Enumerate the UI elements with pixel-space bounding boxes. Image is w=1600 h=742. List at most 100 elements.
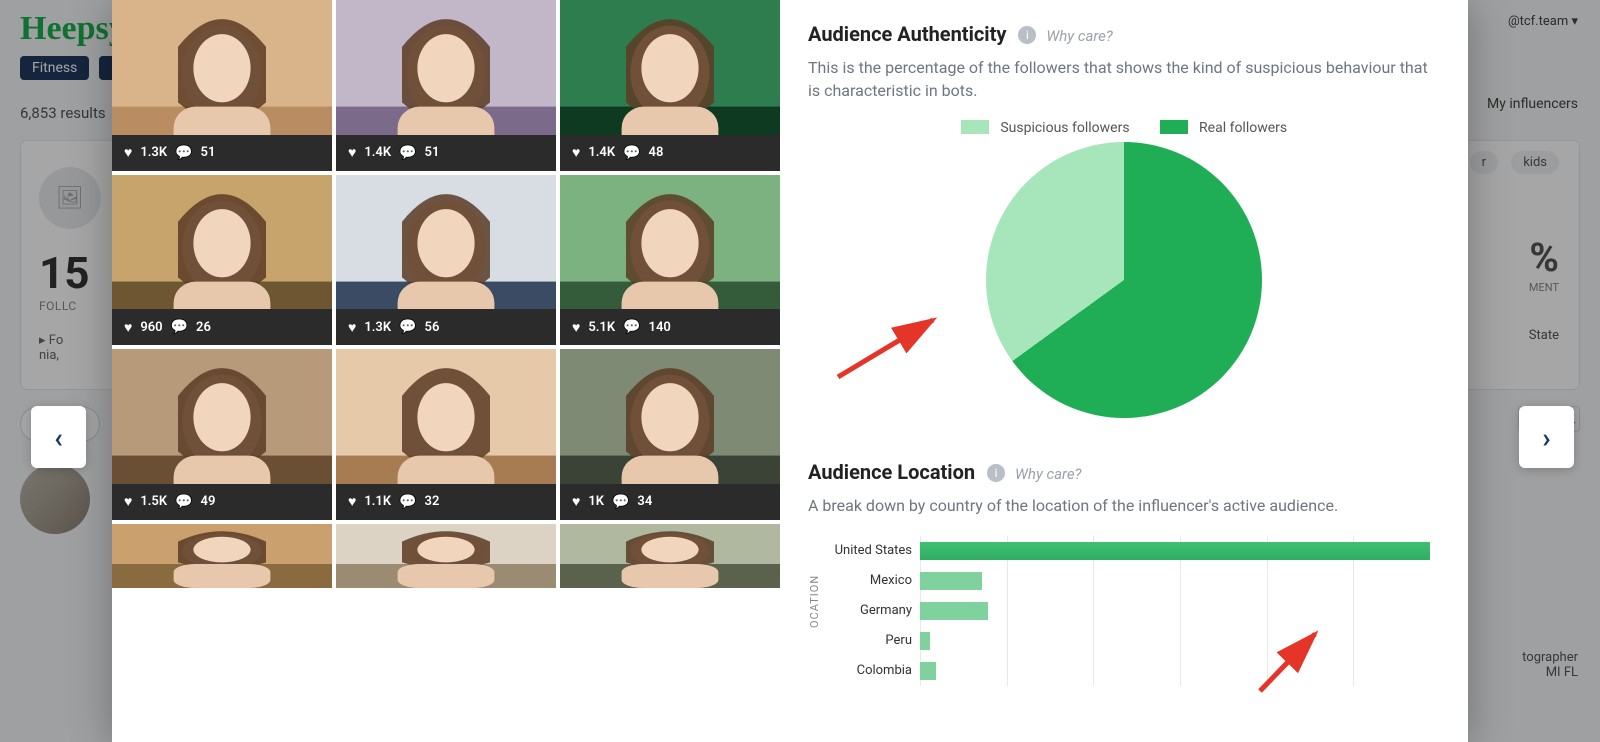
comment-icon: 💬 [399, 319, 416, 335]
likes-count: 1.3K [140, 145, 167, 160]
tile-stats-bar: ♥ 1.3K 💬 56 [336, 309, 556, 345]
comments-count: 48 [649, 145, 664, 160]
legend-label-real: Real followers [1199, 120, 1287, 136]
info-icon[interactable]: i [987, 464, 1005, 482]
bar-category-labels: United StatesMexicoGermanyPeruColombia [826, 536, 920, 686]
heart-icon: ♥ [124, 493, 132, 510]
gallery-pane: ♥ 1.3K 💬 51 ♥ 1.4K 💬 51 ♥ 1.4K 💬 48 [112, 0, 780, 742]
bar-fill [920, 602, 988, 620]
bar-fill [920, 632, 930, 650]
legend-label-suspicious: Suspicious followers [1000, 120, 1129, 136]
gallery-tile[interactable]: ♥ 1.4K 💬 51 [336, 0, 556, 171]
bar-row [920, 536, 1440, 566]
comments-count: 51 [201, 145, 216, 160]
tile-stats-bar: ♥ 1.5K 💬 49 [112, 484, 332, 520]
comment-icon: 💬 [623, 319, 640, 335]
y-axis-label: OCATION [808, 536, 826, 686]
gallery-tile[interactable] [560, 524, 780, 588]
likes-count: 5.1K [588, 320, 615, 335]
heart-icon: ♥ [124, 319, 132, 336]
bar-row [920, 626, 1440, 656]
bar-label: Mexico [826, 566, 920, 596]
gallery-tile[interactable]: ♥ 1.3K 💬 56 [336, 175, 556, 346]
bar-row [920, 656, 1440, 686]
likes-count: 1.4K [588, 145, 615, 160]
heart-icon: ♥ [348, 493, 356, 510]
bar-row [920, 596, 1440, 626]
authenticity-description: This is the percentage of the followers … [808, 56, 1440, 102]
gallery-tile[interactable] [336, 524, 556, 588]
section-title-authenticity: Audience Authenticity [808, 22, 1006, 46]
comment-icon: 💬 [171, 319, 188, 335]
comments-count: 140 [649, 320, 671, 335]
info-icon[interactable]: i [1018, 26, 1036, 44]
annotation-arrow [838, 312, 948, 386]
heart-icon: ♥ [348, 319, 356, 336]
gallery-tile[interactable]: ♥ 1.4K 💬 48 [560, 0, 780, 171]
comment-icon: 💬 [399, 494, 416, 510]
heart-icon: ♥ [572, 319, 580, 336]
pie-chart-wrap [808, 142, 1440, 418]
modal-next-button[interactable]: › [1519, 406, 1574, 468]
bar-fill [920, 662, 936, 680]
comment-icon: 💬 [175, 494, 192, 510]
comments-count: 49 [201, 494, 216, 509]
bar-row [920, 566, 1440, 596]
comment-icon: 💬 [175, 145, 192, 161]
gallery-tile[interactable] [112, 524, 332, 588]
audience-authenticity-section: Audience Authenticity i Why care? This i… [808, 22, 1440, 418]
legend-suspicious: Suspicious followers [961, 120, 1130, 136]
likes-count: 1K [588, 494, 604, 509]
gallery-tile[interactable]: ♥ 1K 💬 34 [560, 349, 780, 520]
bar-area [920, 536, 1440, 686]
tile-stats-bar: ♥ 5.1K 💬 140 [560, 309, 780, 345]
legend-swatch-real [1160, 120, 1188, 134]
tile-stats-bar: ♥ 1.1K 💬 32 [336, 484, 556, 520]
comments-count: 26 [196, 320, 211, 335]
comments-count: 51 [425, 145, 440, 160]
likes-count: 1.1K [364, 494, 391, 509]
gallery-tile[interactable]: ♥ 960 💬 26 [112, 175, 332, 346]
bar-label: Germany [826, 596, 920, 626]
comments-count: 32 [425, 494, 440, 509]
heart-icon: ♥ [348, 144, 356, 161]
comment-icon: 💬 [612, 494, 629, 510]
gallery-grid: ♥ 1.3K 💬 51 ♥ 1.4K 💬 51 ♥ 1.4K 💬 48 [112, 0, 780, 588]
why-care-link[interactable]: Why care? [1015, 465, 1081, 483]
heart-icon: ♥ [572, 493, 580, 510]
heart-icon: ♥ [124, 144, 132, 161]
gallery-tile[interactable]: ♥ 5.1K 💬 140 [560, 175, 780, 346]
bar-label: Colombia [826, 656, 920, 686]
authenticity-pie-chart [986, 142, 1262, 418]
comments-count: 56 [425, 320, 440, 335]
tile-stats-bar: ♥ 1.3K 💬 51 [112, 135, 332, 171]
why-care-link[interactable]: Why care? [1046, 27, 1112, 45]
stats-pane: Audience Authenticity i Why care? This i… [780, 0, 1468, 742]
tile-stats-bar: ♥ 960 💬 26 [112, 309, 332, 345]
tile-stats-bar: ♥ 1.4K 💬 51 [336, 135, 556, 171]
comment-icon: 💬 [623, 145, 640, 161]
location-description: A break down by country of the location … [808, 494, 1440, 517]
comment-icon: 💬 [399, 145, 416, 161]
bar-label: United States [826, 536, 920, 566]
legend-real: Real followers [1160, 120, 1288, 136]
heart-icon: ♥ [572, 144, 580, 161]
likes-count: 960 [140, 320, 162, 335]
likes-count: 1.5K [140, 494, 167, 509]
bar-label: Peru [826, 626, 920, 656]
gallery-tile[interactable]: ♥ 1.1K 💬 32 [336, 349, 556, 520]
bar-fill [920, 572, 982, 590]
tile-stats-bar: ♥ 1.4K 💬 48 [560, 135, 780, 171]
gallery-tile[interactable]: ♥ 1.3K 💬 51 [112, 0, 332, 171]
section-title-location: Audience Location [808, 460, 975, 484]
modal-prev-button[interactable]: ‹ [31, 406, 86, 468]
influencer-modal: ♥ 1.3K 💬 51 ♥ 1.4K 💬 51 ♥ 1.4K 💬 48 [112, 0, 1468, 742]
likes-count: 1.4K [364, 145, 391, 160]
audience-location-section: Audience Location i Why care? A break do… [808, 460, 1440, 685]
location-bar-chart: OCATION United StatesMexicoGermanyPeruCo… [808, 536, 1440, 686]
pie-legend: Suspicious followers Real followers [808, 120, 1440, 136]
comments-count: 34 [637, 494, 652, 509]
tile-stats-bar: ♥ 1K 💬 34 [560, 484, 780, 520]
gallery-tile[interactable]: ♥ 1.5K 💬 49 [112, 349, 332, 520]
bar-fill [920, 542, 1430, 560]
